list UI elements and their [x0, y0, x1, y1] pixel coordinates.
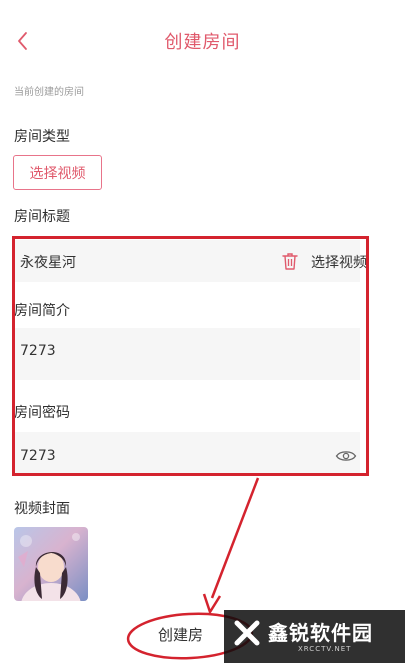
- room-password-field[interactable]: [14, 432, 360, 476]
- cover-image: [14, 527, 88, 601]
- status-bar: [0, 0, 405, 10]
- room-intro-label: 房间简介: [14, 303, 70, 319]
- watermark-logo-icon: [234, 620, 260, 646]
- page-title: 创建房间: [164, 32, 241, 53]
- select-video-link[interactable]: 选择视频: [311, 252, 367, 272]
- video-cover-thumbnail[interactable]: [14, 527, 88, 601]
- top-nav-bar: 创建房间: [0, 18, 405, 64]
- eye-icon[interactable]: [335, 448, 357, 464]
- watermark-url: XRCCTV.NET: [298, 645, 352, 653]
- room-intro-field[interactable]: [14, 328, 360, 380]
- video-cover-label: 视频封面: [14, 501, 70, 517]
- trash-icon[interactable]: [280, 251, 300, 271]
- room-type-label: 房间类型: [14, 129, 70, 145]
- room-password-label: 房间密码: [14, 405, 70, 421]
- create-room-button[interactable]: 创建房: [158, 624, 203, 645]
- current-room-hint: 当前创建的房间: [14, 87, 84, 98]
- room-password-input[interactable]: 7273: [20, 448, 56, 464]
- select-video-button[interactable]: 选择视频: [13, 155, 102, 190]
- room-title-label: 房间标题: [14, 209, 70, 225]
- watermark-brand: 鑫锐软件园: [268, 621, 373, 645]
- room-intro-input[interactable]: 7273: [20, 343, 56, 359]
- site-watermark: 鑫锐软件园 XRCCTV.NET: [224, 610, 405, 663]
- room-title-input[interactable]: 永夜星河: [20, 252, 76, 272]
